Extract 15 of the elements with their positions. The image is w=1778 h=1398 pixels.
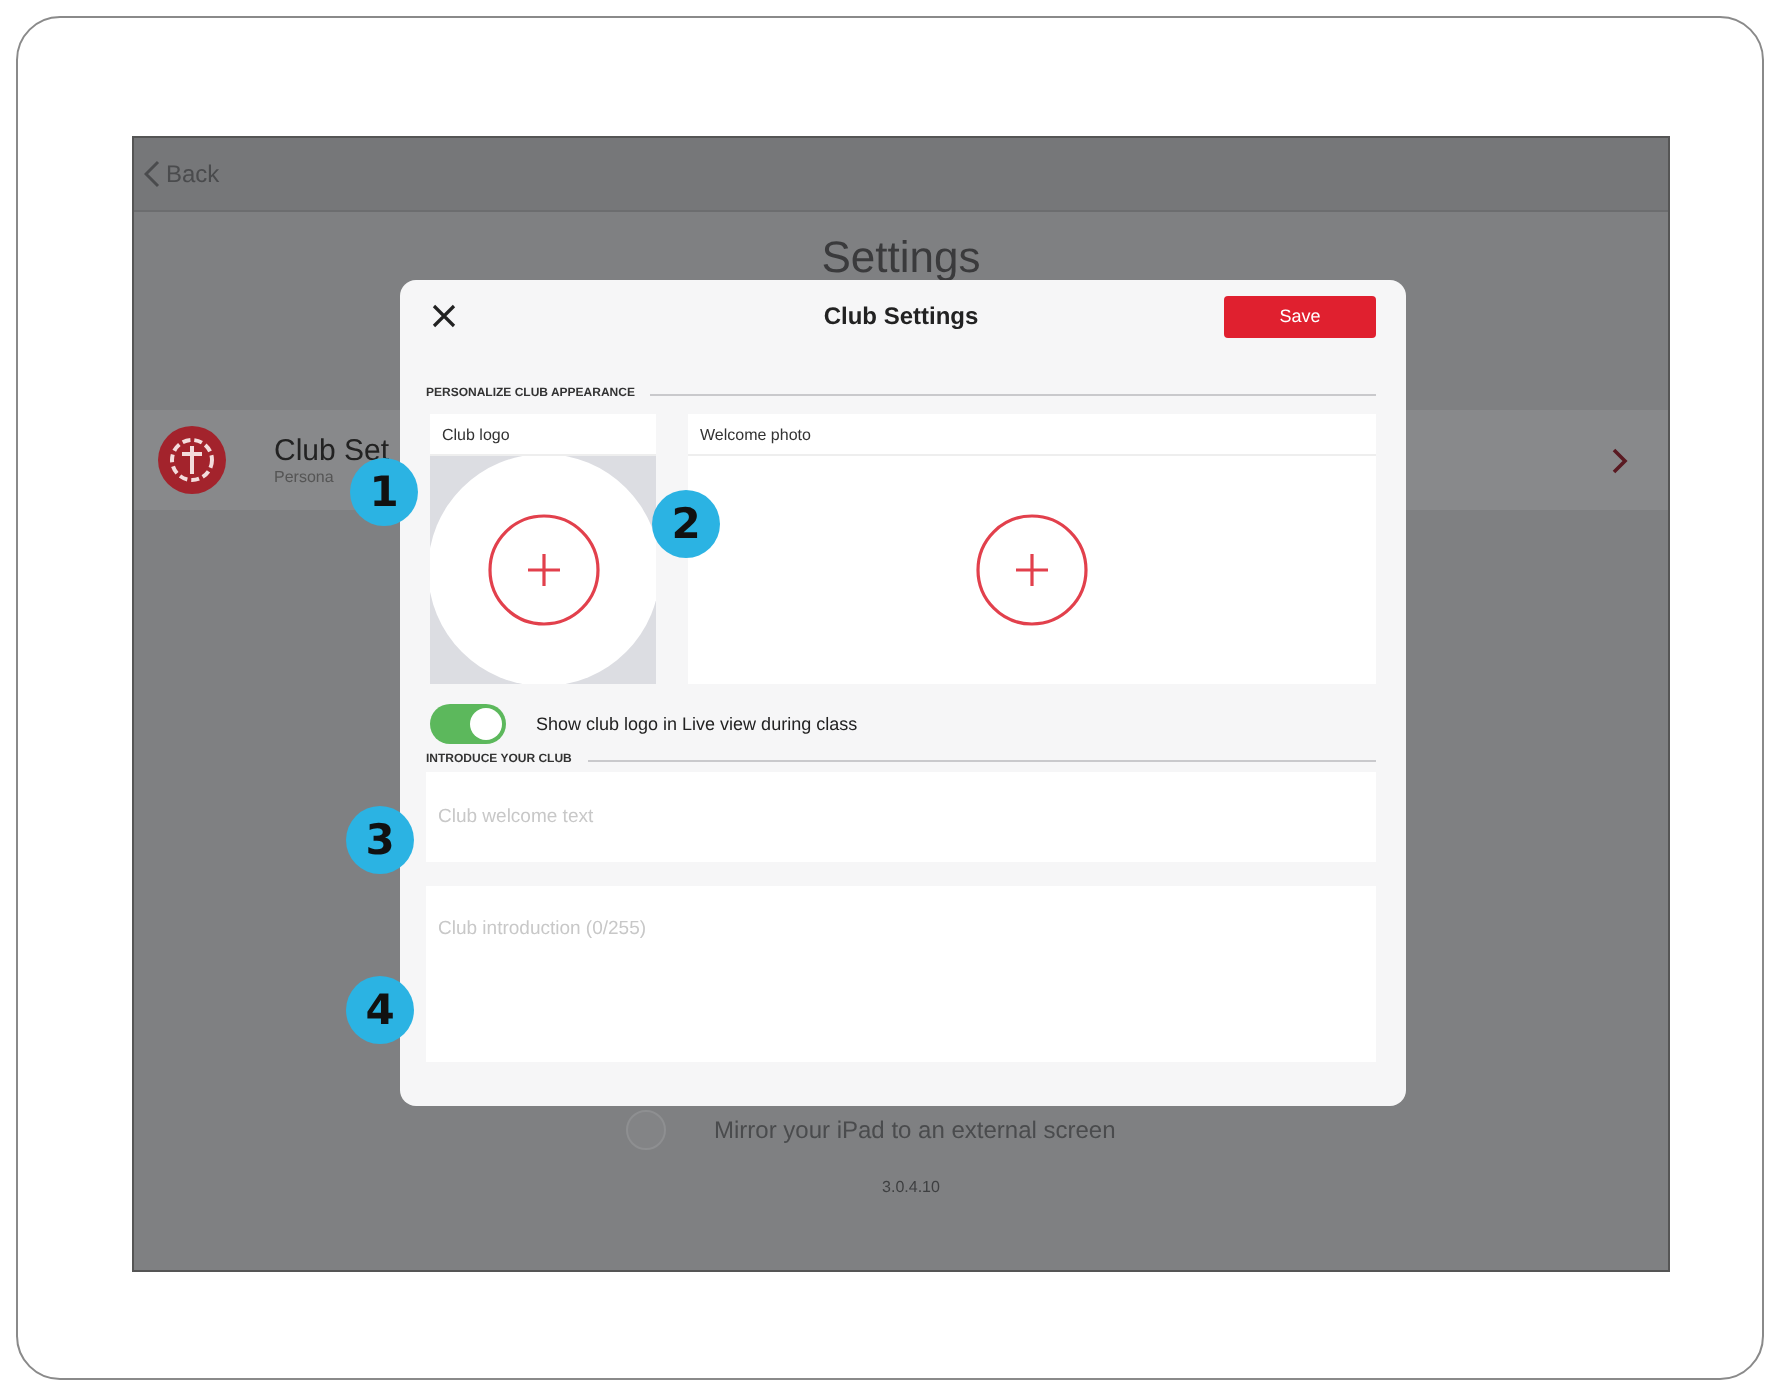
slot-label: Welcome photo (700, 425, 811, 443)
save-button[interactable]: Save (1224, 295, 1376, 337)
add-icon[interactable] (974, 512, 1090, 628)
back-icon[interactable] (144, 160, 160, 188)
logo-slot[interactable] (430, 456, 656, 684)
close-icon[interactable] (432, 304, 456, 328)
page-title: Settings (821, 232, 981, 284)
version-text: 3.0.4.10 (882, 1178, 940, 1196)
dialog-title: Club Settings (823, 302, 979, 330)
toggle-label: Show club logo in Live view during class (536, 714, 858, 734)
add-icon[interactable] (485, 512, 601, 628)
toggle-switch[interactable] (430, 704, 506, 744)
slot-label: Club logo (442, 425, 510, 443)
club-logo-icon (158, 426, 226, 494)
chevron-icon (1612, 447, 1628, 473)
